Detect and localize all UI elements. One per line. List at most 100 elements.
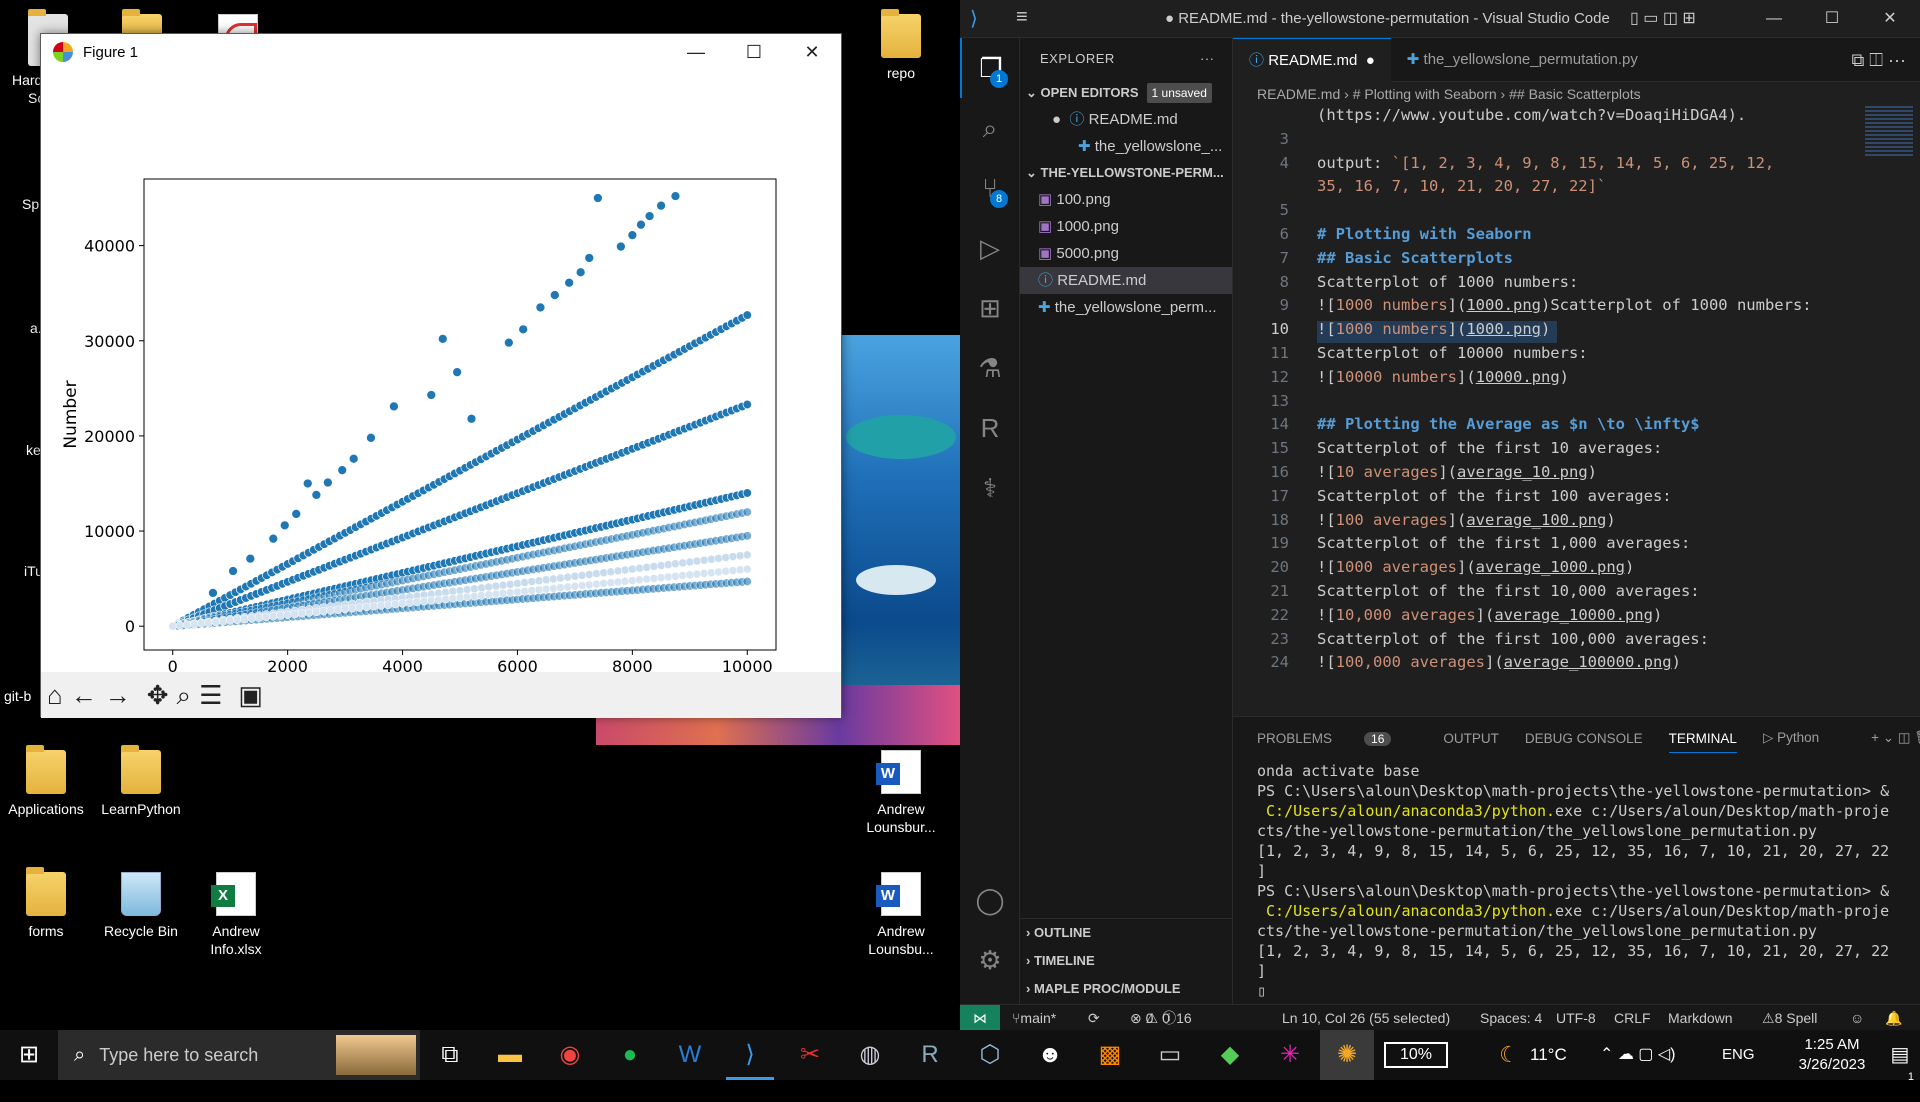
extensions-icon[interactable]: ⊞	[960, 278, 1020, 338]
tray-icons[interactable]: ⌃ ☁ ▢ ◁)	[1600, 1030, 1676, 1080]
desktop-icon-andrew-info[interactable]: Andrew Info.xlsx	[190, 872, 282, 958]
indentation-status[interactable]: Spaces: 4	[1480, 1005, 1542, 1031]
minimize-button[interactable]: —	[667, 34, 725, 70]
taskbar-search[interactable]: ⌕ Type here to search	[58, 1030, 420, 1080]
tab-problems[interactable]: PROBLEMS 16	[1257, 731, 1417, 746]
spell-status[interactable]: ⚠ 8 Spell	[1762, 1005, 1817, 1031]
code-editor[interactable]: (https://www.youtube.com/watch?v=DoaqiHi…	[1233, 106, 1920, 716]
tab-readme[interactable]: ⓘ README.md ●	[1233, 38, 1391, 82]
eclipse-icon[interactable]: ◍	[846, 1030, 894, 1080]
home-icon[interactable]: ⌂	[47, 675, 63, 715]
feedback-icon[interactable]: ☺	[1850, 1005, 1864, 1031]
desktop-icon-andrew-lounsbury-1[interactable]: Andrew Lounsbur...	[855, 750, 947, 836]
editor-actions[interactable]: ⧉ ◫ ···	[1851, 38, 1920, 81]
project-folder-section[interactable]: ⌄ THE-YELLOWSTONE-PERM...	[1020, 160, 1232, 186]
menu-icon[interactable]: ≡	[1016, 6, 1028, 29]
terminal-output[interactable]: onda activate base PS C:\Users\aloun\Desk…	[1257, 761, 1907, 1001]
task-view-icon[interactable]: ⧉	[430, 1030, 470, 1080]
cursor-position[interactable]: Ln 10, Col 26 (55 selected)	[1282, 1005, 1450, 1031]
battery-indicator[interactable]: 10%	[1384, 1042, 1448, 1068]
tab-output[interactable]: OUTPUT	[1443, 731, 1499, 746]
sync-icon[interactable]: ⟳	[1088, 1005, 1100, 1031]
maximize-button[interactable]: ☐	[725, 34, 783, 70]
timeline-section[interactable]: › TIMELINE	[1020, 947, 1233, 975]
desktop-icon-recycle-bin[interactable]: Recycle Bin	[95, 872, 187, 940]
settings-gear-icon[interactable]: ⚙	[960, 930, 1020, 990]
open-editor-readme[interactable]: ● ⓘ README.md	[1020, 106, 1232, 133]
desktop-icon-applications[interactable]: Applications	[0, 745, 92, 818]
code-line[interactable]: (https://www.youtube.com/watch?v=DoaqiHi…	[1317, 106, 1746, 124]
file-explorer-icon[interactable]: ▬	[486, 1030, 534, 1080]
outline-section[interactable]: › OUTLINE	[1020, 919, 1233, 947]
search-icon[interactable]: ⌕	[960, 98, 1020, 158]
configure-icon[interactable]: ☰	[199, 675, 222, 715]
figure-titlebar[interactable]: Figure 1 — ☐ ✕	[41, 34, 841, 70]
code-line[interactable]: 35, 16, 7, 10, 21, 20, 27, 22]`	[1317, 177, 1606, 195]
breadcrumb-item[interactable]: README.md	[1257, 86, 1340, 102]
file-item[interactable]: ▣ 5000.png	[1020, 240, 1232, 267]
code-line[interactable]: Scatterplot of the first 10,000 averages…	[1317, 582, 1700, 600]
clock[interactable]: 1:25 AM 3/26/2023	[1782, 1035, 1882, 1075]
spotify-icon[interactable]: ●	[606, 1030, 654, 1080]
matplotlib-app-icon[interactable]: ✺	[1320, 1030, 1374, 1080]
zoom-icon[interactable]: ⌕	[177, 675, 192, 715]
notification-center-icon[interactable]: ▤ 1	[1880, 1030, 1920, 1083]
problems-status[interactable]: ⊗ 0 ⚠ 0 ⓘ 16	[1130, 1005, 1192, 1031]
weather-moon-icon[interactable]: ☾	[1494, 1030, 1524, 1080]
encoding-status[interactable]: UTF-8	[1556, 1005, 1596, 1031]
testing-icon[interactable]: ⚗	[960, 338, 1020, 398]
tab-debug-console[interactable]: DEBUG CONSOLE	[1525, 731, 1643, 746]
file-item[interactable]: ▣ 1000.png	[1020, 213, 1232, 240]
breadcrumb[interactable]: README.md › # Plotting with Seaborn › ##…	[1233, 82, 1920, 106]
explorer-icon[interactable]: ❐ 1	[960, 38, 1020, 98]
open-editor-python[interactable]: ✚ the_yellowslone_...	[1020, 133, 1232, 160]
r-app-icon[interactable]: R	[906, 1030, 954, 1080]
branch-status[interactable]: ⑂ main*	[1012, 1005, 1056, 1031]
save-icon[interactable]: ▣	[238, 675, 263, 715]
code-line[interactable]: ![100,000 averages](average_100000.png)	[1317, 653, 1681, 671]
terminal-app-icon[interactable]: ▭	[1146, 1030, 1194, 1080]
vscode-app-icon[interactable]: ⟩	[726, 1030, 774, 1080]
code-line[interactable]: ![100 averages](average_100.png)	[1317, 511, 1616, 529]
account-icon[interactable]: ◯	[960, 870, 1020, 930]
desktop-icon-repo[interactable]: repo	[855, 9, 947, 82]
matplotlib-figure-window[interactable]: Figure 1 — ☐ ✕ 0 2000 4000 6000 8000 10000 0 10…	[40, 33, 842, 718]
slack-icon[interactable]: ✳	[1266, 1030, 1314, 1080]
python-icon[interactable]: ⚕	[960, 458, 1020, 518]
remote-icon[interactable]: ⋈	[960, 1005, 1000, 1030]
panel-actions[interactable]: + ⌄ ◫ 🗑 ···	[1871, 730, 1920, 746]
git-app-icon[interactable]: ◆	[1206, 1030, 1254, 1080]
back-icon[interactable]: ←	[71, 675, 97, 715]
minimize-button[interactable]: —	[1745, 0, 1803, 38]
code-line[interactable]: Scatterplot of the first 100 averages:	[1317, 487, 1672, 505]
code-line[interactable]: ![1000 averages](average_1000.png)	[1317, 558, 1634, 576]
desktop-icon-learnpython[interactable]: LearnPython	[95, 745, 187, 818]
code-line[interactable]: Scatterplot of 10000 numbers:	[1317, 344, 1588, 362]
code-line[interactable]: Scatterplot of the first 1,000 averages:	[1317, 534, 1690, 552]
pan-icon[interactable]: ✥	[147, 675, 169, 715]
code-line[interactable]: ![1000 numbers](1000.png)Scatterplot of …	[1317, 296, 1812, 314]
close-button[interactable]: ✕	[1861, 0, 1919, 38]
code-line[interactable]: # Plotting with Seaborn	[1317, 225, 1532, 243]
notifications-icon[interactable]: 🔔	[1885, 1005, 1902, 1031]
code-line[interactable]: ![10,000 averages](average_10000.png)	[1317, 606, 1662, 624]
tab-python[interactable]: ✚ the_yellowslone_permutation.py	[1391, 38, 1654, 82]
code-line[interactable]: ![10 averages](average_10.png)	[1317, 463, 1597, 481]
breadcrumb-item[interactable]: ## Basic Scatterplots	[1509, 86, 1641, 102]
file-item[interactable]: ⓘ README.md	[1020, 267, 1232, 294]
tab-terminal[interactable]: TERMINAL	[1668, 731, 1737, 753]
language-status[interactable]: Markdown	[1668, 1005, 1733, 1031]
close-button[interactable]: ✕	[783, 34, 841, 70]
desktop-icon-andrew-lounsbury-2[interactable]: Andrew Lounsbu...	[855, 872, 947, 958]
file-item[interactable]: ✚ the_yellowslone_perm...	[1020, 294, 1232, 321]
terminal-shell-selector[interactable]: ▷ Python	[1763, 730, 1845, 746]
code-line[interactable]: ## Basic Scatterplots	[1317, 249, 1513, 267]
modified-dot-icon[interactable]: ●	[1366, 52, 1375, 69]
temperature[interactable]: 11°C	[1530, 1030, 1567, 1080]
cube-app-icon[interactable]: ⬡	[966, 1030, 1014, 1080]
more-icon[interactable]: ···	[1200, 38, 1215, 80]
windows-start-icon[interactable]: ⊞	[0, 1030, 58, 1080]
code-line[interactable]: ## Plotting the Average as $n \to \infty…	[1317, 415, 1700, 433]
word-app-icon[interactable]: W	[666, 1030, 714, 1080]
code-line[interactable]: ![10000 numbers](10000.png)	[1317, 368, 1569, 386]
